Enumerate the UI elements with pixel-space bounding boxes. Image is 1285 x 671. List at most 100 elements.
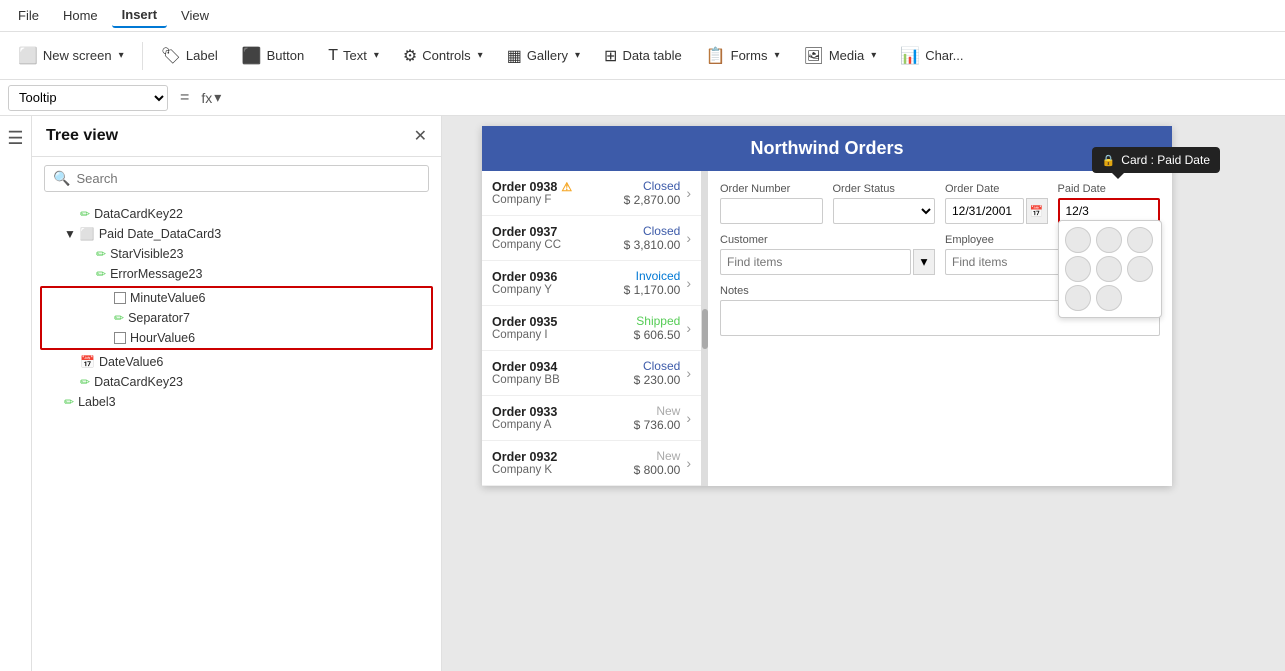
text-button[interactable]: T Text ▾ [318, 42, 389, 70]
order-right: Closed $ 230.00 [634, 359, 681, 387]
gallery-button[interactable]: ▦ Gallery ▾ [497, 41, 590, 71]
tree-item-datacardkey23[interactable]: ✏ DataCardKey23 [32, 372, 441, 392]
tree-item-errormessage23[interactable]: ✏ ErrorMessage23 [32, 264, 441, 284]
order-chevron-icon: › [686, 410, 691, 426]
scroll-divider [702, 171, 708, 486]
order-chevron-icon: › [686, 455, 691, 471]
tree-item-hourvalue6[interactable]: HourValue6 [42, 328, 431, 348]
new-screen-chevron-icon: ▾ [119, 50, 124, 61]
time-btn-8[interactable] [1096, 285, 1122, 311]
time-btn-6[interactable] [1127, 256, 1153, 282]
tree-search-box[interactable]: 🔍 [44, 165, 429, 192]
media-button[interactable]: 🖼 Media ▾ [794, 41, 887, 71]
menu-insert[interactable]: Insert [112, 3, 167, 28]
order-info: Order 0934 Company BB [492, 360, 634, 386]
search-input[interactable] [76, 171, 420, 186]
time-btn-4[interactable] [1065, 256, 1091, 282]
tree-header: Tree view ✕ [32, 116, 441, 157]
field-customer: Customer ▾ [720, 234, 935, 275]
item-label: Separator7 [128, 311, 423, 325]
order-company: Company F [492, 194, 624, 206]
edit-icon: ✏ [96, 267, 106, 281]
order-chevron-icon: › [686, 320, 691, 336]
label-button[interactable]: 🏷 Label [151, 41, 228, 71]
card-tooltip: 🔒 Card : Paid Date [1092, 147, 1220, 173]
order-item-0936[interactable]: Order 0936 Company Y Invoiced $ 1,170.00… [482, 261, 701, 306]
order-info: Order 0933 Company A [492, 405, 634, 431]
customer-wrapper: ▾ [720, 249, 935, 275]
tree-item-label3[interactable]: ✏ Label3 [32, 392, 441, 412]
scroll-thumb[interactable] [702, 309, 708, 349]
menu-file[interactable]: File [8, 4, 49, 27]
order-status-select[interactable] [833, 198, 936, 224]
order-company: Company BB [492, 374, 634, 386]
tree-item-minutevalue6[interactable]: MinuteValue6 [42, 288, 431, 308]
new-screen-button[interactable]: ⬜ New screen ▾ [8, 41, 134, 71]
order-chevron-icon: › [686, 185, 691, 201]
tree-selected-group: MinuteValue6 ✏ Separator7 HourValue6 [40, 286, 433, 350]
rect-icon [114, 332, 126, 344]
toggle-sidebar-button[interactable]: ☰ [7, 128, 23, 149]
time-btn-2[interactable] [1096, 227, 1122, 253]
customer-input[interactable] [720, 249, 911, 275]
order-date-input[interactable] [945, 198, 1024, 224]
order-item-0935[interactable]: Order 0935 Company I Shipped $ 606.50 › [482, 306, 701, 351]
controls-button[interactable]: ⚙ Controls ▾ [393, 41, 493, 71]
search-icon: 🔍 [53, 170, 70, 187]
order-info: Order 0936 Company Y [492, 270, 624, 296]
toolbar-separator-1 [142, 42, 143, 70]
app-title: Northwind Orders [750, 138, 903, 158]
warn-icon: ⚠ [561, 180, 572, 194]
paid-date-label: Paid Date [1058, 183, 1161, 195]
order-number-input[interactable] [720, 198, 823, 224]
tree-item-datacardkey22[interactable]: ✏ DataCardKey22 [32, 204, 441, 224]
fx-button[interactable]: fx ▾ [201, 89, 221, 106]
order-amount: $ 1,170.00 [624, 283, 681, 297]
tree-title: Tree view [46, 127, 118, 145]
tree-item-paiddate-datacard[interactable]: ▼ ⬜ Paid Date_DataCard3 [32, 224, 441, 244]
calendar-picker-button[interactable]: 📅 [1026, 198, 1048, 224]
order-info: Order 0937 Company CC [492, 225, 624, 251]
data-table-button[interactable]: ⊞ Data table [594, 41, 692, 71]
forms-chevron-icon: ▾ [774, 50, 779, 61]
tree-item-starvisible23[interactable]: ✏ StarVisible23 [32, 244, 441, 264]
controls-icon: ⚙ [403, 46, 417, 66]
menu-home[interactable]: Home [53, 4, 108, 27]
field-order-date: Order Date 📅 [945, 183, 1048, 224]
order-item-0932[interactable]: Order 0932 Company K New $ 800.00 › [482, 441, 701, 486]
time-btn-3[interactable] [1127, 227, 1153, 253]
order-amount: $ 800.00 [634, 463, 681, 477]
button-button[interactable]: ⬛ Button [232, 41, 315, 71]
order-item-0934[interactable]: Order 0934 Company BB Closed $ 230.00 › [482, 351, 701, 396]
order-id: Order 0934 [492, 360, 634, 374]
order-chevron-icon: › [686, 230, 691, 246]
order-company: Company Y [492, 284, 624, 296]
time-btn-1[interactable] [1065, 227, 1091, 253]
tree-close-button[interactable]: ✕ [414, 126, 427, 146]
order-right: New $ 800.00 [634, 449, 681, 477]
order-id: Order 0937 [492, 225, 624, 239]
order-amount: $ 736.00 [634, 418, 681, 432]
new-screen-icon: ⬜ [18, 46, 38, 66]
sidebar-toggle: ☰ [0, 116, 32, 671]
field-order-status: Order Status [833, 183, 936, 224]
order-amount: $ 606.50 [634, 328, 681, 342]
menu-view[interactable]: View [171, 4, 219, 27]
time-btn-5[interactable] [1096, 256, 1122, 282]
formula-selector[interactable]: Tooltip [8, 85, 168, 111]
order-id: Order 0933 [492, 405, 634, 419]
tree-item-datevalue6[interactable]: 📅 DateValue6 [32, 352, 441, 372]
forms-button[interactable]: 📋 Forms ▾ [696, 41, 790, 71]
order-item-0933[interactable]: Order 0933 Company A New $ 736.00 › [482, 396, 701, 441]
rect-icon [114, 292, 126, 304]
order-item-0937[interactable]: Order 0937 Company CC Closed $ 3,810.00 … [482, 216, 701, 261]
order-item-0938[interactable]: Order 0938 ⚠ Company F Closed $ 2,870.00… [482, 171, 701, 216]
order-right: New $ 736.00 [634, 404, 681, 432]
chart-button[interactable]: 📊 Char... [890, 41, 973, 71]
order-info: Order 0938 ⚠ Company F [492, 180, 624, 206]
order-id: Order 0932 [492, 450, 634, 464]
customer-dropdown-button[interactable]: ▾ [913, 249, 935, 275]
collapse-icon: ▼ [64, 227, 76, 241]
time-btn-7[interactable] [1065, 285, 1091, 311]
tree-item-separator7[interactable]: ✏ Separator7 [42, 308, 431, 328]
